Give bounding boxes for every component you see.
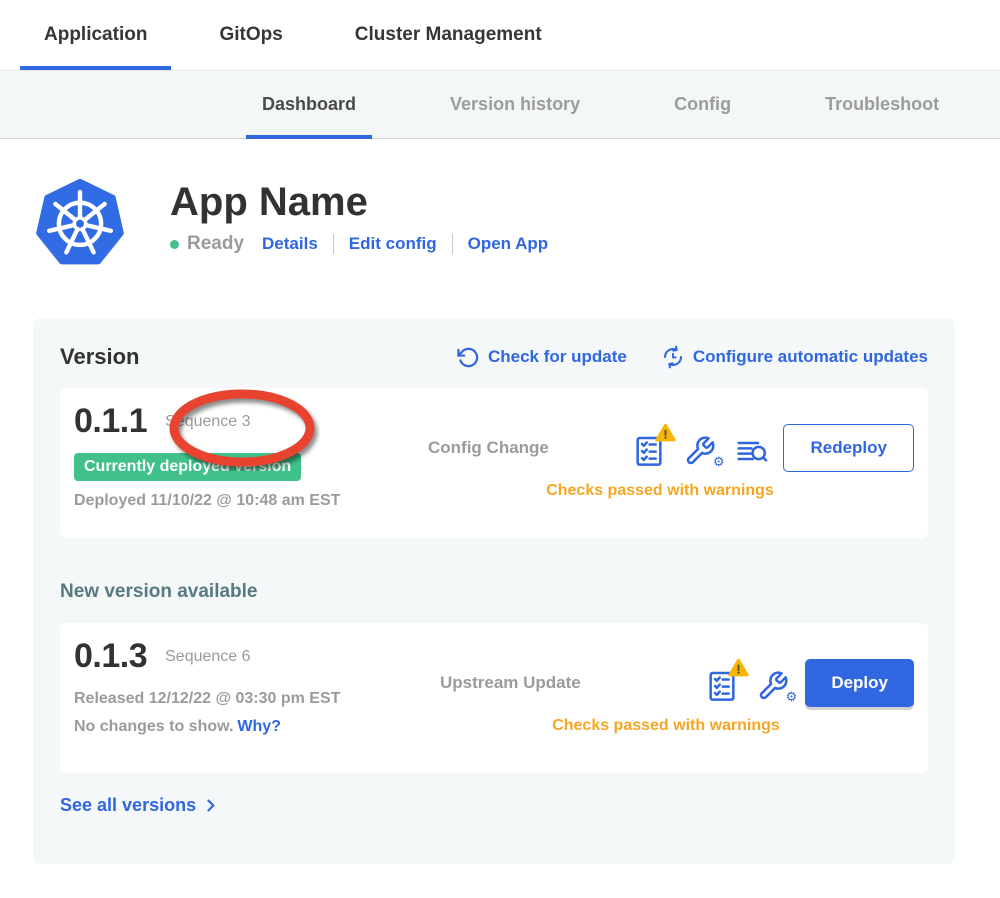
subtab-config[interactable]: Config <box>658 71 747 138</box>
tab-application[interactable]: Application <box>20 0 171 70</box>
view-files-icon[interactable] <box>735 429 771 467</box>
current-version-card: 0.1.1 Sequence 3 Currently deployed vers… <box>60 388 928 538</box>
new-version-number: 0.1.3 <box>74 637 147 676</box>
new-version-heading: New version available <box>60 581 928 603</box>
divider <box>452 234 453 254</box>
subtab-version-history-label: Version history <box>450 94 580 115</box>
redeploy-button[interactable]: Redeploy <box>783 424 914 472</box>
config-wrench-icon[interactable]: ⚙ <box>757 664 793 702</box>
subtab-troubleshoot[interactable]: Troubleshoot <box>809 71 955 138</box>
gear-icon: ⚙ <box>786 690 798 703</box>
auto-update-clock-icon <box>661 345 685 369</box>
details-link[interactable]: Details <box>262 234 318 254</box>
configure-automatic-updates-label: Configure automatic updates <box>693 347 928 367</box>
deployed-timestamp: Deployed 11/10/22 @ 10:48 am EST <box>74 492 406 510</box>
warning-triangle-icon <box>728 658 749 677</box>
divider <box>333 234 334 254</box>
gear-icon: ⚙ <box>713 455 725 468</box>
deploy-button[interactable]: Deploy <box>805 659 914 707</box>
tab-gitops-label: GitOps <box>219 24 282 46</box>
refresh-icon <box>457 346 480 369</box>
new-version-sequence: Sequence 6 <box>165 648 250 666</box>
subtab-config-label: Config <box>674 94 731 115</box>
open-app-link[interactable]: Open App <box>468 234 549 254</box>
current-version-sequence: Sequence 3 <box>165 413 250 431</box>
config-wrench-icon[interactable]: ⚙ <box>684 429 720 467</box>
tab-gitops[interactable]: GitOps <box>195 0 306 70</box>
see-all-versions-link[interactable]: See all versions <box>60 795 928 816</box>
preflight-checks-icon[interactable] <box>706 664 742 702</box>
currently-deployed-badge: Currently deployed version <box>74 453 301 481</box>
page-title: App Name <box>170 180 548 224</box>
warning-triangle-icon <box>655 423 676 442</box>
kubernetes-logo-icon <box>36 178 124 266</box>
no-changes-text: No changes to show. <box>74 718 233 735</box>
sub-nav: Dashboard Version history Config Trouble… <box>0 70 1000 139</box>
preflight-checks-icon[interactable] <box>633 429 669 467</box>
edit-config-link[interactable]: Edit config <box>349 234 437 254</box>
why-link[interactable]: Why? <box>237 718 281 735</box>
tab-application-label: Application <box>44 24 147 46</box>
tab-cluster-management[interactable]: Cluster Management <box>331 0 566 70</box>
ready-status-dot-icon <box>170 240 179 249</box>
app-header: App Name Ready Details Edit config Open … <box>0 139 1000 266</box>
check-for-update-label: Check for update <box>488 347 627 367</box>
subtab-dashboard-label: Dashboard <box>262 94 356 115</box>
released-timestamp: Released 12/12/22 @ 03:30 pm EST <box>74 690 418 708</box>
top-nav: Application GitOps Cluster Management <box>0 0 1000 70</box>
configure-automatic-updates-link[interactable]: Configure automatic updates <box>661 345 928 369</box>
subtab-dashboard[interactable]: Dashboard <box>246 71 372 138</box>
subtab-troubleshoot-label: Troubleshoot <box>825 94 939 115</box>
current-version-number: 0.1.1 <box>74 402 147 441</box>
new-version-source: Upstream Update <box>440 673 581 693</box>
chevron-right-icon <box>202 797 219 814</box>
current-version-source: Config Change <box>428 438 549 458</box>
version-card-title: Version <box>60 344 139 370</box>
version-card: Version Check for update <box>33 318 955 864</box>
new-checks-status: Checks passed with warnings <box>552 717 780 735</box>
status-badge: Ready <box>187 233 244 255</box>
current-checks-status: Checks passed with warnings <box>546 482 774 500</box>
see-all-versions-label: See all versions <box>60 795 196 816</box>
new-version-card: 0.1.3 Sequence 6 Released 12/12/22 @ 03:… <box>60 623 928 773</box>
check-for-update-link[interactable]: Check for update <box>457 346 627 369</box>
tab-cluster-management-label: Cluster Management <box>355 24 542 46</box>
subtab-version-history[interactable]: Version history <box>434 71 596 138</box>
status-row: Ready Details Edit config Open App <box>170 233 548 255</box>
